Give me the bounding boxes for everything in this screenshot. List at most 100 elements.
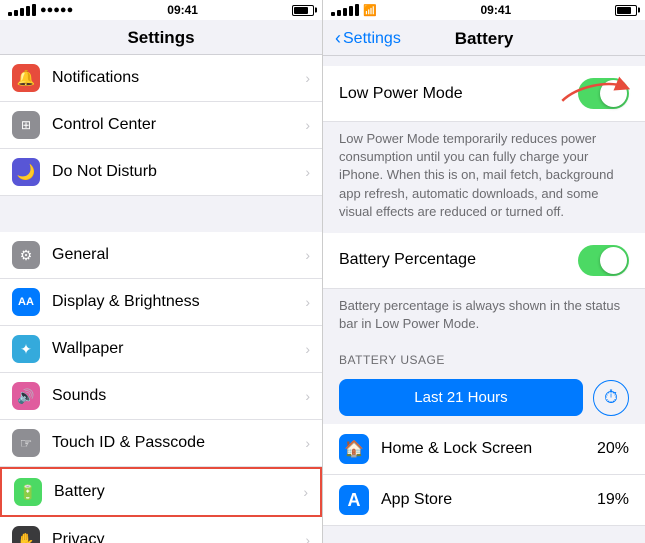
clock-button[interactable]: ⏱: [593, 380, 629, 416]
low-power-description: Low Power Mode temporarily reduces power…: [339, 131, 614, 219]
control-center-label: Control Center: [52, 116, 305, 134]
settings-item-general[interactable]: ⚙ General ›: [0, 232, 322, 279]
battery-pct-section: Battery Percentage: [323, 233, 645, 289]
chevron-icon: ›: [305, 117, 310, 133]
chevron-icon: ›: [303, 484, 308, 500]
settings-title: Settings: [127, 28, 194, 47]
battery-pct-toggle[interactable]: [578, 245, 629, 276]
low-power-description-block: Low Power Mode temporarily reduces power…: [323, 122, 645, 233]
toggle-knob: [600, 80, 627, 107]
settings-list: 🔔 Notifications › ⊞ Control Center › 🌙 D…: [0, 55, 322, 543]
chevron-icon: ›: [305, 70, 310, 86]
touch-id-label: Touch ID & Passcode: [52, 434, 305, 452]
do-not-disturb-icon: 🌙: [12, 158, 40, 186]
left-signal: ●●●●●: [8, 4, 73, 16]
battery-usage-header: BATTERY USAGE: [323, 345, 645, 371]
battery-pct-description: Battery percentage is always shown in th…: [339, 298, 620, 331]
right-signal-icon: [331, 4, 359, 16]
home-lock-pct: 20%: [597, 440, 629, 458]
app-store-pct: 19%: [597, 491, 629, 509]
low-power-section: Low Power Mode: [323, 66, 645, 122]
last-hours-button[interactable]: Last 21 Hours: [339, 379, 583, 416]
battery-panel: ‹ Settings Battery Low Power Mode Low Po…: [323, 20, 645, 543]
home-lock-icon: 🏠: [339, 434, 369, 464]
display-label: Display & Brightness: [52, 293, 305, 311]
battery-label: Battery: [54, 483, 303, 501]
chevron-icon: ›: [305, 435, 310, 451]
chevron-icon: ›: [305, 247, 310, 263]
battery-pct-label: Battery Percentage: [339, 251, 578, 269]
wallpaper-label: Wallpaper: [52, 340, 305, 358]
right-signal: 📶: [331, 4, 377, 17]
wallpaper-icon: ✦: [12, 335, 40, 363]
sounds-icon: 🔊: [12, 382, 40, 410]
privacy-icon: ✋: [12, 526, 40, 543]
settings-group-1: 🔔 Notifications › ⊞ Control Center › 🌙 D…: [0, 55, 322, 196]
toggle-knob-pct: [600, 247, 627, 274]
general-label: General: [52, 246, 305, 264]
chevron-icon: ›: [305, 164, 310, 180]
battery-content: Low Power Mode Low Power Mode temporaril…: [323, 56, 645, 543]
settings-item-wallpaper[interactable]: ✦ Wallpaper ›: [0, 326, 322, 373]
left-battery-area: [292, 5, 314, 16]
hours-row: Last 21 Hours ⏱: [323, 371, 645, 424]
top-spacer: [323, 56, 645, 66]
settings-item-touch-id[interactable]: ☞ Touch ID & Passcode ›: [0, 420, 322, 467]
general-icon: ⚙: [12, 241, 40, 269]
settings-header: Settings: [0, 20, 322, 55]
settings-item-notifications[interactable]: 🔔 Notifications ›: [0, 55, 322, 102]
back-chevron-icon: ‹: [335, 28, 341, 49]
notifications-label: Notifications: [52, 69, 305, 87]
right-battery-area: [615, 5, 637, 16]
right-time: 09:41: [481, 3, 512, 17]
settings-item-control-center[interactable]: ⊞ Control Center ›: [0, 102, 322, 149]
control-center-icon: ⊞: [12, 111, 40, 139]
settings-item-display-brightness[interactable]: AA Display & Brightness ›: [0, 279, 322, 326]
home-lock-label: Home & Lock Screen: [381, 440, 597, 458]
settings-item-privacy[interactable]: ✋ Privacy ›: [0, 517, 322, 543]
notifications-icon: 🔔: [12, 64, 40, 92]
privacy-label: Privacy: [52, 531, 305, 543]
left-status-bar: ●●●●● 09:41: [0, 0, 322, 20]
low-power-label: Low Power Mode: [339, 85, 578, 103]
carrier-label: ●●●●●: [40, 4, 73, 16]
app-list: 🏠 Home & Lock Screen 20% A App Store 19%: [323, 424, 645, 526]
battery-icon: [292, 5, 314, 16]
chevron-icon: ›: [305, 341, 310, 357]
back-label: Settings: [343, 30, 401, 48]
battery-usage-label: BATTERY USAGE: [339, 353, 445, 367]
app-row-home-lock: 🏠 Home & Lock Screen 20%: [323, 424, 645, 475]
app-store-label: App Store: [381, 491, 597, 509]
chevron-icon: ›: [305, 294, 310, 310]
battery-pct-row: Battery Percentage: [323, 233, 645, 289]
battery-settings-icon: 🔋: [14, 478, 42, 506]
battery-pct-description-block: Battery percentage is always shown in th…: [323, 289, 645, 345]
do-not-disturb-label: Do Not Disturb: [52, 163, 305, 181]
settings-item-battery[interactable]: 🔋 Battery ›: [0, 467, 322, 517]
display-icon: AA: [12, 288, 40, 316]
settings-item-sounds[interactable]: 🔊 Sounds ›: [0, 373, 322, 420]
app-store-icon: A: [339, 485, 369, 515]
low-power-row: Low Power Mode: [323, 66, 645, 122]
settings-item-do-not-disturb[interactable]: 🌙 Do Not Disturb ›: [0, 149, 322, 196]
main-content: Settings 🔔 Notifications › ⊞ Control Cen…: [0, 20, 645, 543]
signal-icon: [8, 4, 36, 16]
settings-panel: Settings 🔔 Notifications › ⊞ Control Cen…: [0, 20, 323, 543]
right-status-bar: 📶 09:41: [322, 0, 645, 20]
app-row-app-store: A App Store 19%: [323, 475, 645, 526]
right-battery-icon: [615, 5, 637, 16]
battery-header: ‹ Settings Battery: [323, 20, 645, 56]
left-time: 09:41: [167, 3, 198, 17]
sounds-label: Sounds: [52, 387, 305, 405]
right-wifi-icon: 📶: [363, 4, 377, 17]
battery-title: Battery: [455, 29, 514, 49]
group-gap: [0, 196, 322, 232]
back-button[interactable]: ‹ Settings: [335, 28, 401, 49]
touch-id-icon: ☞: [12, 429, 40, 457]
chevron-icon: ›: [305, 532, 310, 543]
low-power-toggle[interactable]: [578, 78, 629, 109]
clock-icon: ⏱: [604, 387, 618, 408]
settings-group-2: ⚙ General › AA Display & Brightness › ✦ …: [0, 232, 322, 543]
status-bars: ●●●●● 09:41 📶 09:41: [0, 0, 645, 20]
chevron-icon: ›: [305, 388, 310, 404]
